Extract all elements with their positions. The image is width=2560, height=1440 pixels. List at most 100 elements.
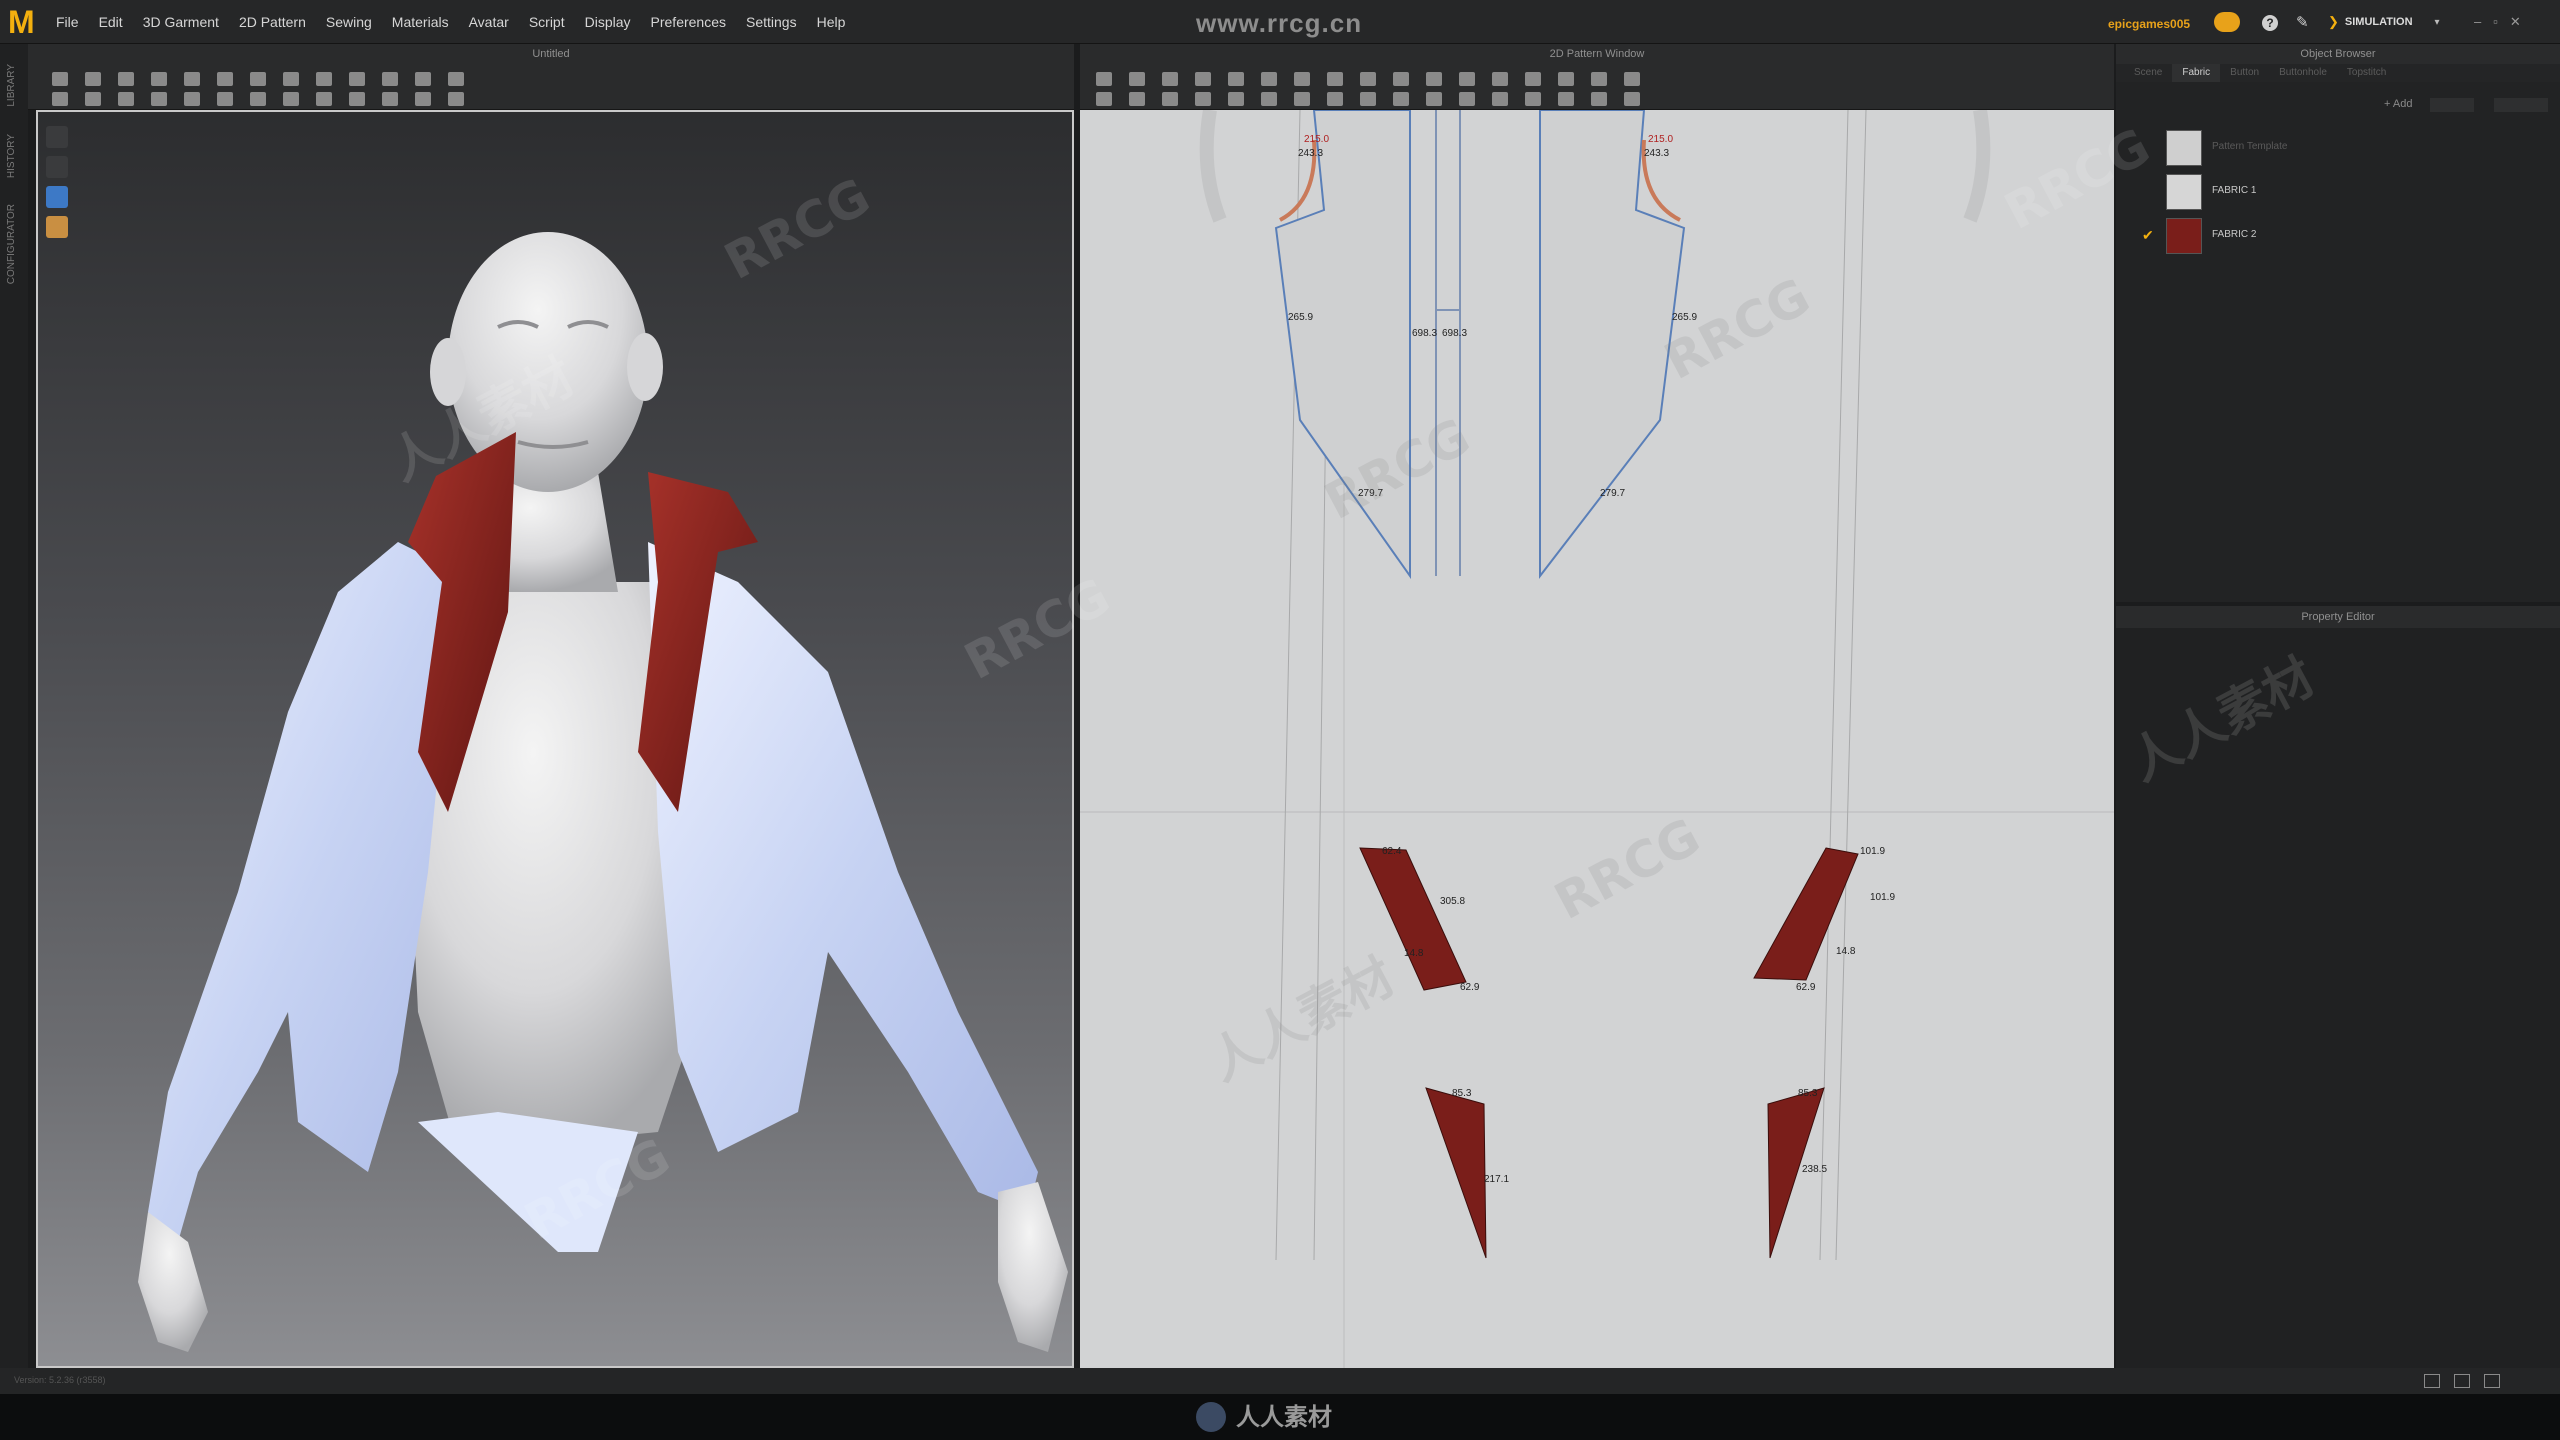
- menu-settings[interactable]: Settings: [746, 14, 797, 30]
- tool-icon[interactable]: [1591, 92, 1607, 106]
- delete-fabric-button[interactable]: [2494, 98, 2548, 112]
- tool-icon[interactable]: [250, 72, 266, 86]
- tool-icon[interactable]: [1294, 92, 1310, 106]
- tool-icon[interactable]: [1525, 92, 1541, 106]
- tool-icon[interactable]: [1327, 92, 1343, 106]
- tool-icon[interactable]: [1393, 92, 1409, 106]
- mode-switch[interactable]: ❯ SIMULATION ▾: [2328, 11, 2440, 33]
- tool-icon[interactable]: [52, 72, 68, 86]
- tool-icon[interactable]: [1096, 92, 1112, 106]
- menu-materials[interactable]: Materials: [392, 14, 449, 30]
- menu-file[interactable]: File: [56, 14, 79, 30]
- tool-icon[interactable]: [1096, 72, 1112, 86]
- menu-display[interactable]: Display: [585, 14, 631, 30]
- close-button[interactable]: ✕: [2510, 14, 2521, 30]
- maximize-button[interactable]: ▫: [2493, 14, 2498, 30]
- tool-icon[interactable]: [217, 72, 233, 86]
- tool-icon[interactable]: [1162, 92, 1178, 106]
- user-name[interactable]: epicgames005: [2108, 17, 2190, 31]
- tool-icon[interactable]: [1195, 92, 1211, 106]
- tool-icon[interactable]: [1129, 92, 1145, 106]
- menu-help[interactable]: Help: [817, 14, 846, 30]
- add-fabric-button[interactable]: + Add: [2384, 98, 2412, 110]
- tab-history[interactable]: HISTORY: [6, 134, 17, 178]
- tool-icon[interactable]: [1261, 72, 1277, 86]
- layout-single-icon[interactable]: [2424, 1374, 2440, 1388]
- copy-fabric-button[interactable]: [2430, 98, 2474, 112]
- tool-icon[interactable]: [85, 72, 101, 86]
- tool-icon[interactable]: [1360, 72, 1376, 86]
- menu-avatar[interactable]: Avatar: [469, 14, 509, 30]
- menu-script[interactable]: Script: [529, 14, 565, 30]
- tool-icon[interactable]: [118, 72, 134, 86]
- menu-edit[interactable]: Edit: [99, 14, 123, 30]
- menu-sewing[interactable]: Sewing: [326, 14, 372, 30]
- skin-icon[interactable]: [46, 216, 68, 238]
- tool-icon[interactable]: [283, 72, 299, 86]
- tool-icon[interactable]: [151, 92, 167, 106]
- tool-icon[interactable]: [85, 92, 101, 106]
- tool-icon[interactable]: [1459, 92, 1475, 106]
- tool-icon[interactable]: [184, 92, 200, 106]
- avatar-icon[interactable]: [46, 156, 68, 178]
- tool-icon[interactable]: [1360, 92, 1376, 106]
- viewport-2d-pattern[interactable]: 215.0 243.3 215.0 243.3 265.9 265.9 698.…: [1080, 110, 2114, 1368]
- layout-grid-icon[interactable]: [2484, 1374, 2500, 1388]
- tool-icon[interactable]: [1624, 92, 1640, 106]
- tab-scene[interactable]: Scene: [2124, 64, 2172, 82]
- cloud-sync-icon[interactable]: [2214, 12, 2240, 32]
- help-icon[interactable]: ?: [2262, 15, 2278, 31]
- menu-2d-pattern[interactable]: 2D Pattern: [239, 14, 306, 30]
- tool-icon[interactable]: [1261, 92, 1277, 106]
- tool-icon[interactable]: [1459, 72, 1475, 86]
- tool-icon[interactable]: [1129, 72, 1145, 86]
- viewport-3d[interactable]: [36, 110, 1074, 1368]
- tool-icon[interactable]: [1492, 92, 1508, 106]
- tool-icon[interactable]: [382, 92, 398, 106]
- tab-buttonhole[interactable]: Buttonhole: [2269, 64, 2337, 82]
- tool-icon[interactable]: [316, 92, 332, 106]
- tool-icon[interactable]: [415, 72, 431, 86]
- tool-icon[interactable]: [151, 72, 167, 86]
- tool-icon[interactable]: [217, 92, 233, 106]
- tab-library[interactable]: LIBRARY: [6, 64, 17, 107]
- tool-icon[interactable]: [1228, 72, 1244, 86]
- tool-icon[interactable]: [1558, 92, 1574, 106]
- tool-icon[interactable]: [382, 72, 398, 86]
- tool-icon[interactable]: [250, 92, 266, 106]
- tab-button[interactable]: Button: [2220, 64, 2269, 82]
- tab-topstitch[interactable]: Topstitch: [2337, 64, 2396, 82]
- tool-icon[interactable]: [349, 72, 365, 86]
- fabric-row[interactable]: Pattern Template: [2116, 126, 2546, 168]
- tool-icon[interactable]: [1426, 72, 1442, 86]
- tool-icon[interactable]: [415, 92, 431, 106]
- tool-icon[interactable]: [1426, 92, 1442, 106]
- tool-icon[interactable]: [1624, 72, 1640, 86]
- layout-split-icon[interactable]: [2454, 1374, 2470, 1388]
- tool-icon[interactable]: [349, 92, 365, 106]
- tool-icon[interactable]: [1228, 92, 1244, 106]
- tool-icon[interactable]: [1492, 72, 1508, 86]
- tool-icon[interactable]: [448, 92, 464, 106]
- tool-icon[interactable]: [1393, 72, 1409, 86]
- share-icon[interactable]: ✎: [2296, 15, 2314, 31]
- tool-icon[interactable]: [1558, 72, 1574, 86]
- tool-icon[interactable]: [1294, 72, 1310, 86]
- tool-icon[interactable]: [316, 72, 332, 86]
- tab-fabric[interactable]: Fabric: [2172, 64, 2221, 82]
- minimize-button[interactable]: –: [2474, 14, 2481, 30]
- tool-icon[interactable]: [184, 72, 200, 86]
- tool-icon[interactable]: [118, 92, 134, 106]
- shirt-icon[interactable]: [46, 126, 68, 148]
- tool-icon[interactable]: [448, 72, 464, 86]
- fabric-row[interactable]: FABRIC 1: [2116, 170, 2546, 212]
- tool-icon[interactable]: [1327, 72, 1343, 86]
- tool-icon[interactable]: [1162, 72, 1178, 86]
- texture-icon[interactable]: [46, 186, 68, 208]
- menu-3d-garment[interactable]: 3D Garment: [143, 14, 219, 30]
- tool-icon[interactable]: [1195, 72, 1211, 86]
- tool-icon[interactable]: [52, 92, 68, 106]
- tool-icon[interactable]: [1525, 72, 1541, 86]
- tool-icon[interactable]: [1591, 72, 1607, 86]
- fabric-row[interactable]: ✔ FABRIC 2: [2116, 214, 2546, 256]
